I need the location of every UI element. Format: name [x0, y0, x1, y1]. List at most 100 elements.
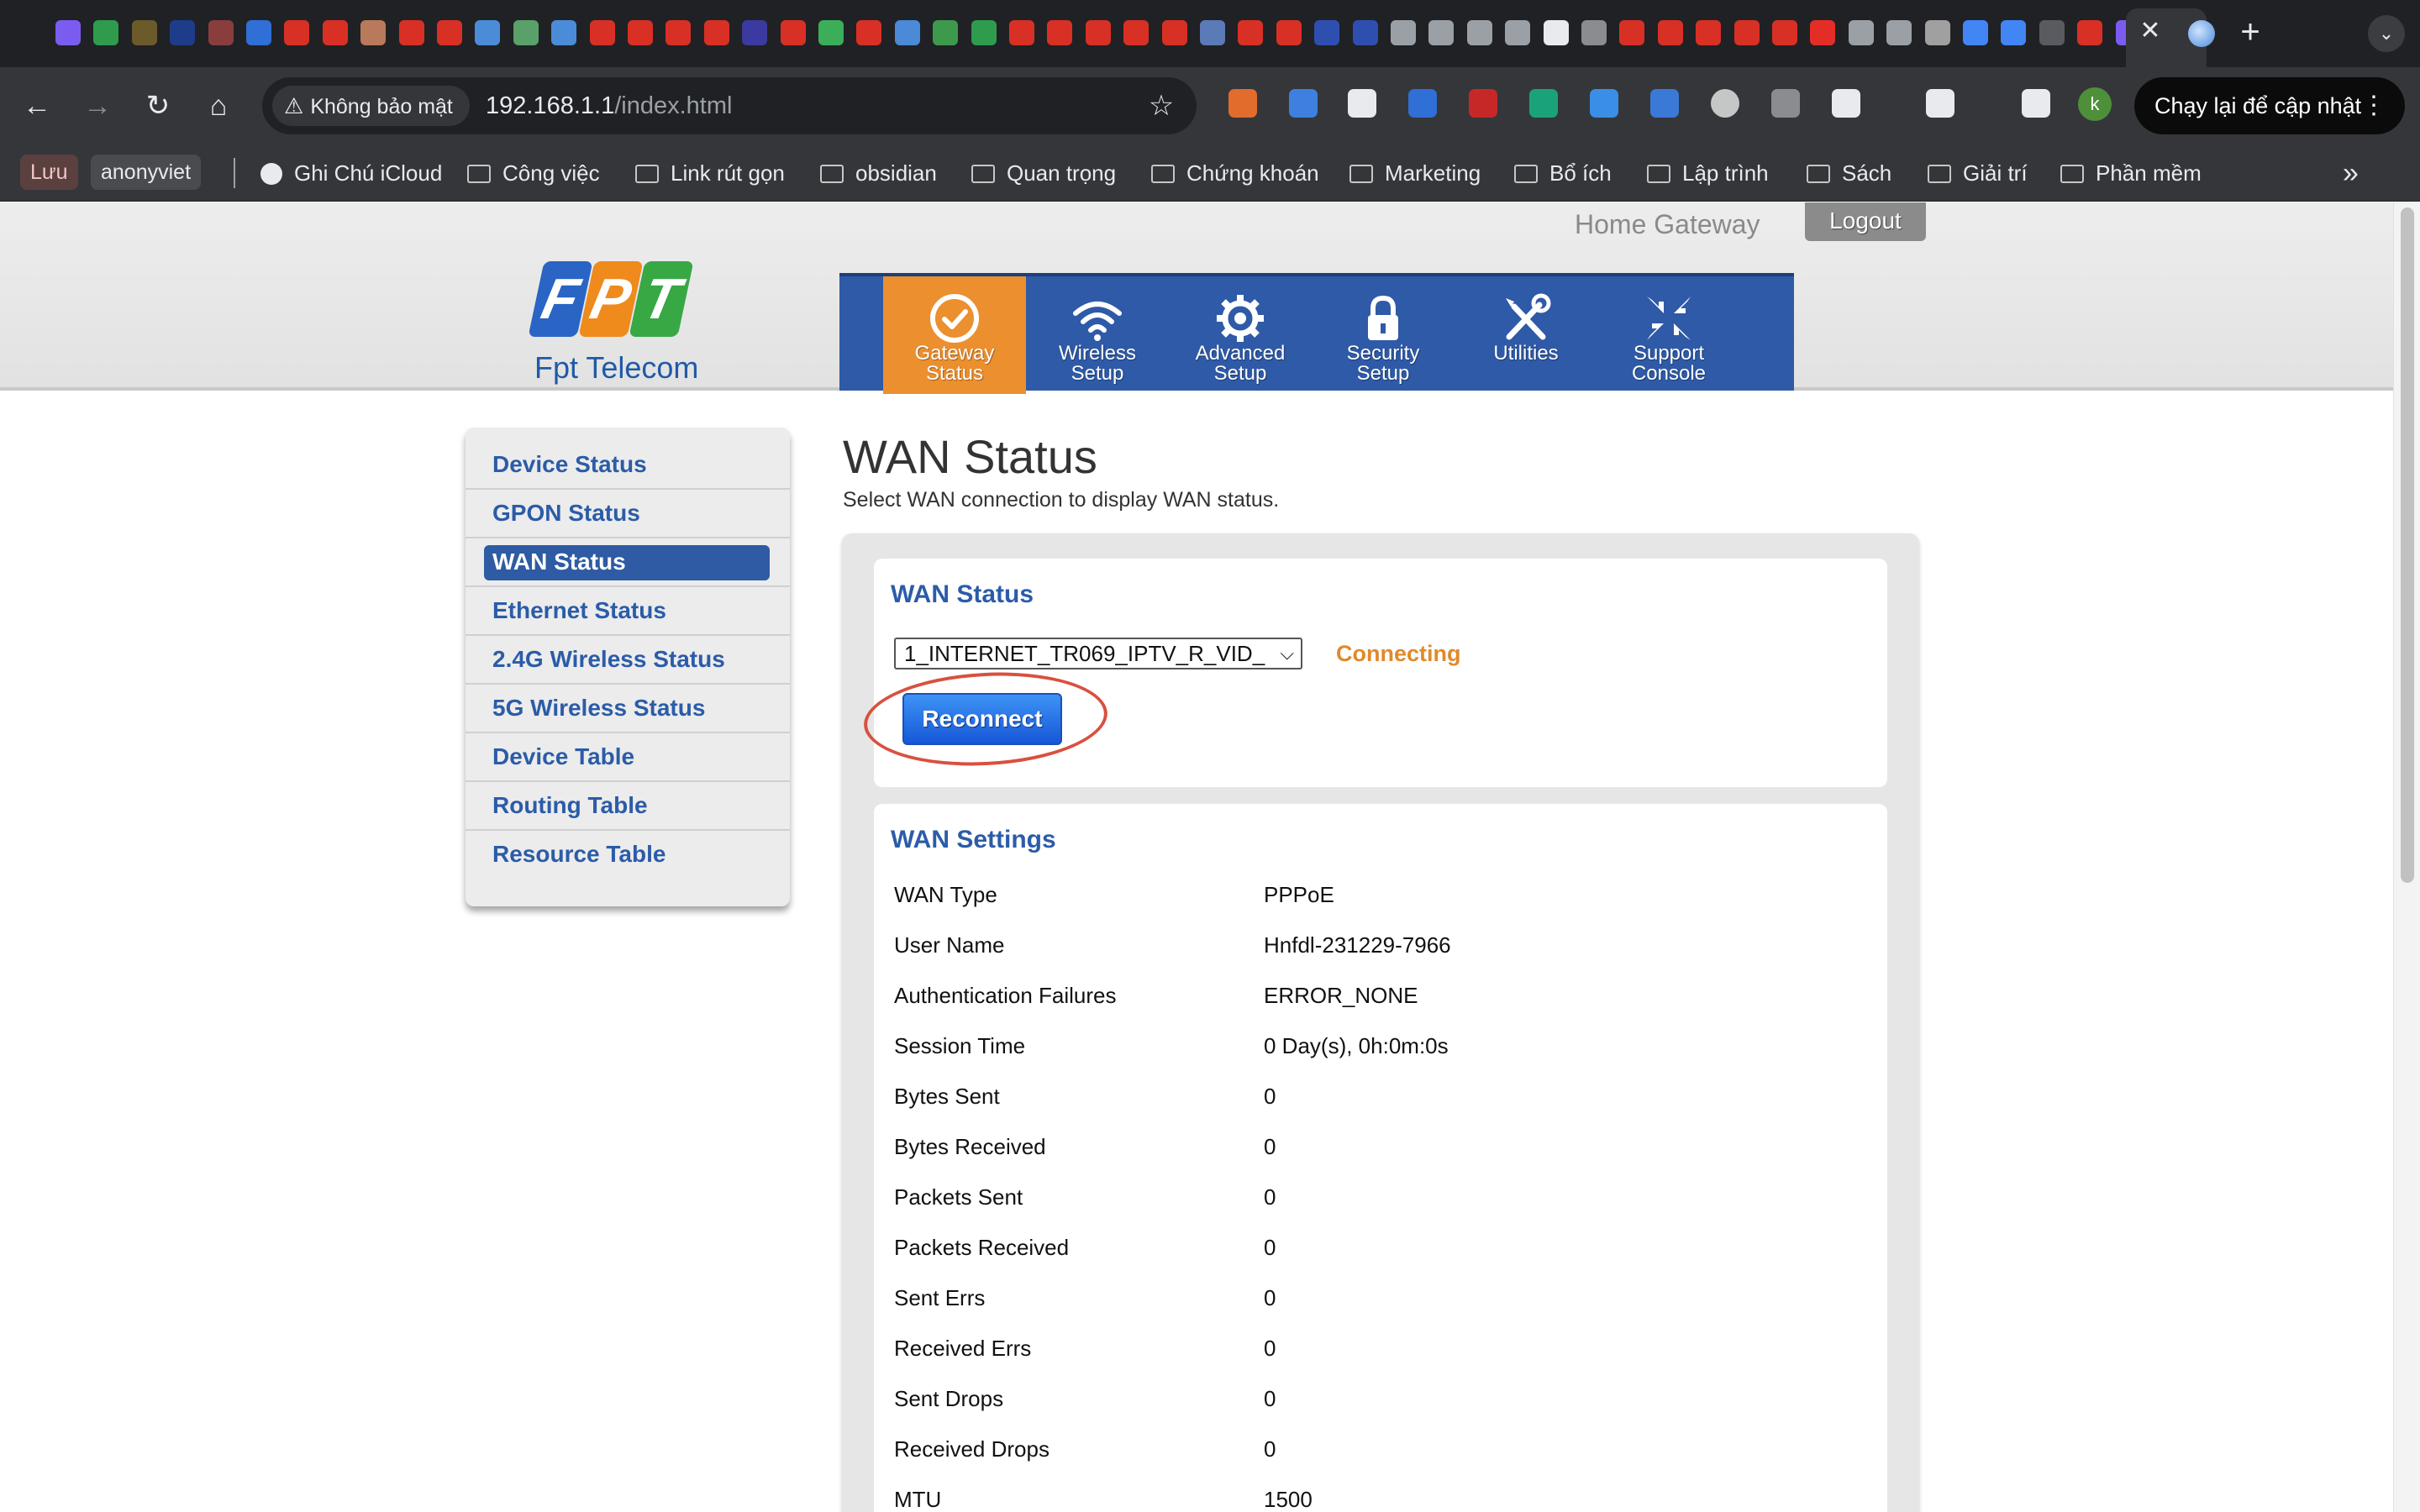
sidebar-item-routing-table[interactable]: Routing Table [466, 782, 790, 831]
back-icon[interactable]: ← [20, 89, 54, 123]
extension-icon[interactable] [1590, 89, 1618, 118]
extension-icon[interactable] [1289, 89, 1318, 118]
tab-favicon[interactable] [1123, 20, 1150, 45]
bookmark-item[interactable]: Chứng khoán [1151, 144, 1319, 202]
sidebar-item-ethernet-status[interactable]: Ethernet Status [466, 587, 790, 636]
tab-favicon[interactable] [1352, 20, 1378, 45]
tab-favicon[interactable] [55, 20, 81, 45]
tab-favicon[interactable] [208, 20, 234, 45]
tab-search-button[interactable]: ⌄ [2368, 15, 2405, 52]
extension-icon[interactable] [1771, 89, 1800, 118]
extension-icon[interactable] [1926, 89, 1954, 118]
tab-favicon[interactable] [170, 20, 196, 45]
tab-favicon[interactable] [703, 20, 729, 45]
bookmark-item[interactable]: obsidian [820, 144, 937, 202]
reconnect-button[interactable]: Reconnect [902, 693, 1062, 745]
bookmark-item[interactable]: Phần mềm [2060, 144, 2202, 202]
bookmark-item[interactable]: Giải trí [1928, 144, 2028, 202]
security-indicator[interactable]: ⚠ Không bảo mật [272, 86, 470, 126]
extension-icon[interactable] [2022, 89, 2050, 118]
tab-favicon[interactable] [513, 20, 539, 45]
tab-favicon[interactable] [2001, 20, 2027, 45]
tab-favicon[interactable] [780, 20, 806, 45]
tab-favicon[interactable] [589, 20, 615, 45]
tab-favicon[interactable] [1772, 20, 1797, 45]
wan-connection-select[interactable]: 1_INTERNET_TR069_IPTV_R_VID_ ⌵ [894, 638, 1302, 669]
forward-icon[interactable]: → [81, 89, 114, 123]
tab-favicon[interactable] [1696, 20, 1722, 45]
sidebar-item-5g-wireless-status[interactable]: 5G Wireless Status [466, 685, 790, 733]
tab-favicon[interactable] [1200, 20, 1225, 45]
tab-favicon[interactable] [398, 20, 424, 45]
bookmark-item[interactable]: Ghi Chú iCloud [260, 144, 442, 202]
bookmark-item[interactable]: Công việc [467, 144, 600, 202]
address-bar[interactable]: ⚠ Không bảo mật 192.168.1.1/index.html ☆ [262, 77, 1197, 134]
tab-favicon[interactable] [856, 20, 882, 45]
bookmark-item[interactable]: Lập trình [1647, 144, 1769, 202]
tab-favicon[interactable] [742, 20, 768, 45]
tab-favicon[interactable] [1924, 20, 1950, 45]
page-scrollbar[interactable] [2393, 202, 2420, 1512]
tab-favicon[interactable] [1085, 20, 1111, 45]
tab-favicon[interactable] [1238, 20, 1264, 45]
tab-favicon[interactable] [1314, 20, 1340, 45]
tab-favicon[interactable] [1581, 20, 1607, 45]
tab-favicon[interactable] [971, 20, 997, 45]
sidebar-item-wan-status[interactable]: WAN Status [466, 538, 790, 587]
more-bookmarks-icon[interactable]: » [2343, 144, 2359, 202]
tab-favicon[interactable] [666, 20, 692, 45]
tab-favicon[interactable] [1543, 20, 1569, 45]
bookmark-item[interactable]: Bổ ích [1514, 144, 1612, 202]
extension-icon[interactable] [1711, 89, 1739, 118]
tab-favicon[interactable] [322, 20, 348, 45]
tab-favicon[interactable] [360, 20, 387, 45]
tab-favicon[interactable] [1505, 20, 1531, 45]
bookmark-chip-luu[interactable]: Lưu [20, 155, 78, 190]
update-button[interactable]: Chạy lại để cập nhật ⋮ [2134, 77, 2405, 134]
tab-favicon[interactable] [1963, 20, 1988, 45]
nav-wireless-setup[interactable]: Wireless Setup [1026, 276, 1169, 394]
extension-icon[interactable] [1650, 89, 1679, 118]
scrollbar-thumb[interactable] [2401, 207, 2414, 883]
tab-favicon[interactable] [551, 20, 577, 45]
tab-favicon[interactable] [246, 20, 271, 45]
reload-icon[interactable]: ↻ [141, 89, 175, 123]
sidebar-item-device-status[interactable]: Device Status [466, 441, 790, 490]
tab-favicon[interactable] [131, 20, 157, 45]
nav-utilities[interactable]: Utilities [1455, 276, 1597, 394]
sidebar-item-gpon-status[interactable]: GPON Status [466, 490, 790, 538]
tab-favicon[interactable] [818, 20, 844, 45]
tab-favicon[interactable] [933, 20, 959, 45]
tab-favicon[interactable] [1428, 20, 1455, 45]
bookmark-star-icon[interactable]: ☆ [1144, 89, 1178, 123]
tab-favicon[interactable] [1009, 20, 1034, 45]
nav-gateway-status[interactable]: Gateway Status [883, 276, 1026, 394]
tab-favicon[interactable] [284, 20, 310, 45]
tab-favicon[interactable] [1733, 20, 1760, 45]
tab-favicon[interactable] [1276, 20, 1302, 45]
tab-favicon[interactable] [1848, 20, 1874, 45]
sidebar-item-device-table[interactable]: Device Table [466, 733, 790, 782]
tab-favicon[interactable] [2039, 20, 2065, 45]
close-tab-icon[interactable]: ✕ [2134, 15, 2166, 47]
bookmark-item[interactable]: Link rút gọn [635, 144, 785, 202]
tab-favicon[interactable] [1886, 20, 1912, 45]
sidebar-item-24g-wireless-status[interactable]: 2.4G Wireless Status [466, 636, 790, 685]
bookmark-item[interactable]: Marketing [1349, 144, 1481, 202]
extension-icon[interactable] [1408, 89, 1437, 118]
menu-dots-icon[interactable]: ⋮ [2361, 77, 2386, 134]
tab-favicon[interactable] [1161, 20, 1187, 45]
tab-favicon[interactable] [1810, 20, 1836, 45]
tab-favicon[interactable] [1047, 20, 1073, 45]
extension-icon[interactable] [1348, 89, 1376, 118]
extension-icon[interactable] [1228, 89, 1257, 118]
bookmark-item[interactable]: Quan trọng [971, 144, 1116, 202]
tab-favicon[interactable] [628, 20, 653, 45]
new-tab-button[interactable]: + [2232, 13, 2269, 50]
sidebar-item-resource-table[interactable]: Resource Table [466, 831, 790, 879]
tab-favicon[interactable] [437, 20, 462, 45]
nav-support-console[interactable]: Support Console [1597, 276, 1740, 394]
tab-favicon[interactable] [1466, 20, 1492, 45]
tab-favicon[interactable] [894, 20, 920, 45]
tab-favicon[interactable] [1657, 20, 1683, 45]
